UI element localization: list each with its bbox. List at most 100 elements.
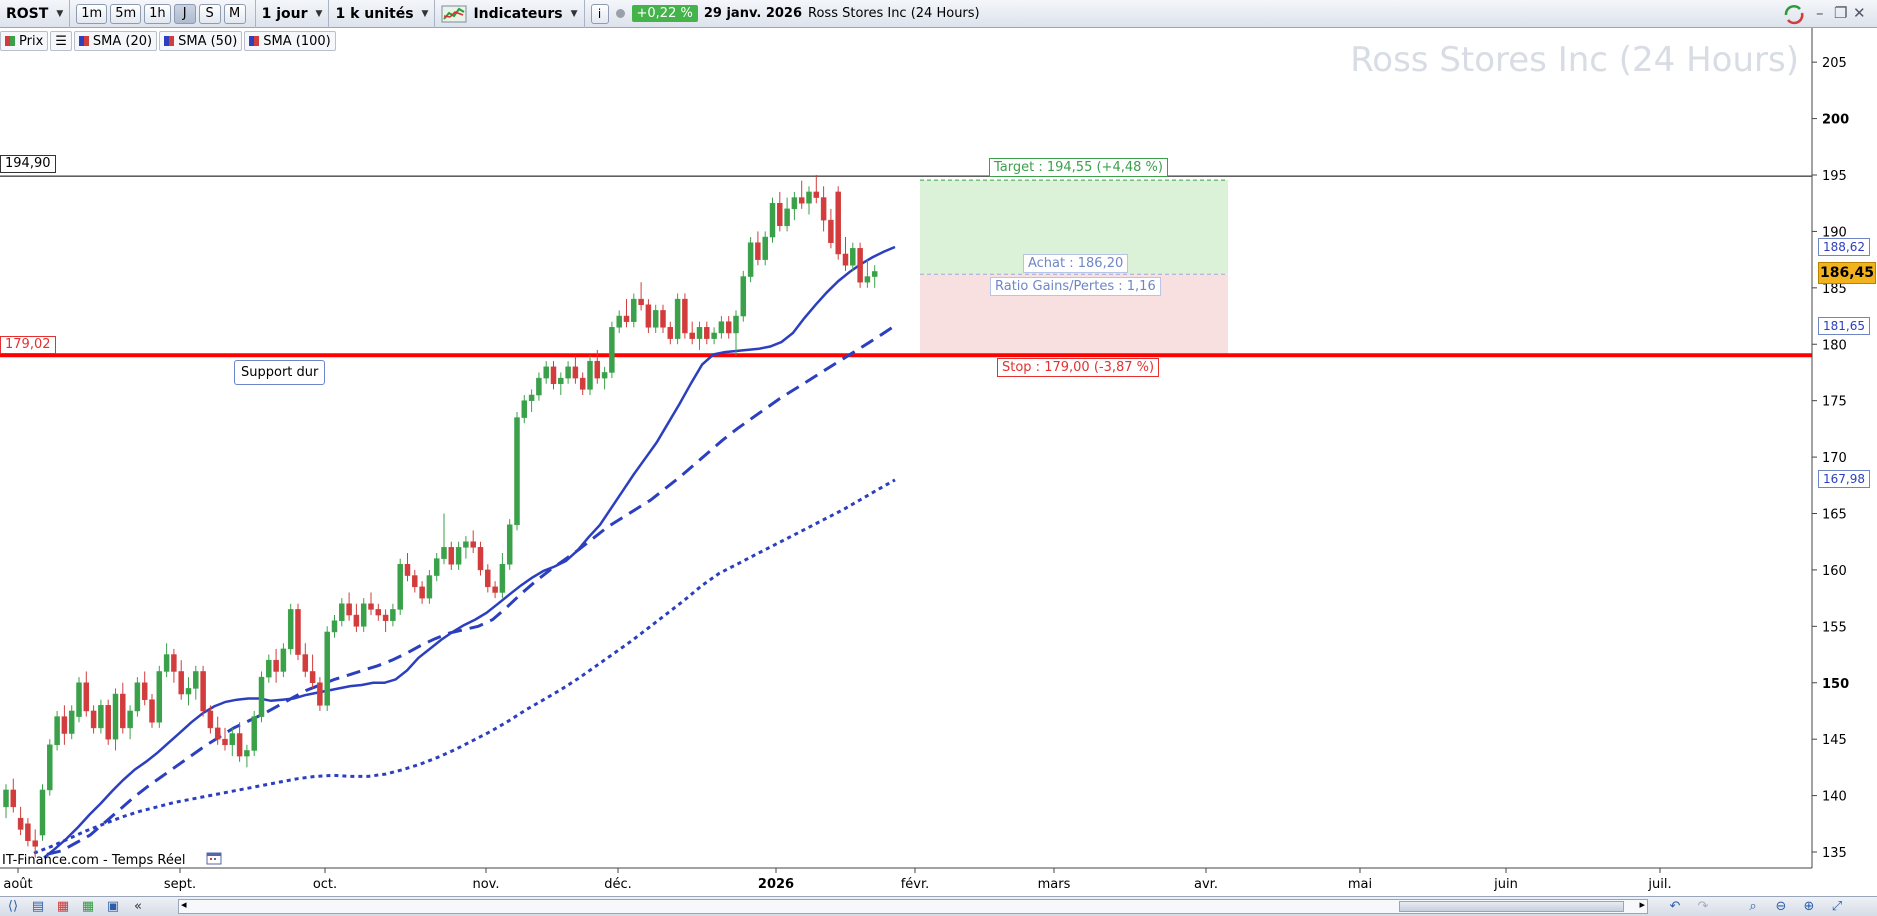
candle[interactable] — [324, 626, 330, 711]
candle[interactable] — [762, 231, 768, 266]
candle[interactable] — [755, 231, 761, 266]
candle[interactable] — [674, 293, 681, 345]
info-icon[interactable]: i — [590, 3, 609, 24]
candle[interactable] — [346, 592, 352, 621]
time-scrollbar[interactable]: ◂ ▸ — [178, 898, 1648, 914]
candle[interactable] — [689, 321, 695, 345]
candle[interactable] — [244, 744, 250, 768]
candle[interactable] — [171, 648, 177, 683]
candle[interactable] — [134, 677, 141, 717]
candle[interactable] — [258, 671, 265, 723]
candle[interactable] — [638, 282, 644, 311]
candle[interactable] — [835, 186, 841, 260]
candle[interactable] — [725, 316, 732, 339]
candle[interactable] — [871, 265, 878, 288]
candle[interactable] — [295, 603, 301, 661]
units-selector[interactable]: 1 k unités — [335, 6, 413, 22]
candle[interactable] — [572, 355, 579, 384]
candle[interactable] — [587, 355, 593, 396]
candle[interactable] — [514, 411, 520, 531]
period-selector[interactable]: 1 jour — [262, 6, 308, 22]
candle[interactable] — [83, 671, 90, 717]
candle[interactable] — [360, 598, 367, 632]
zoom-in-icon[interactable]: ⊕ — [1800, 899, 1818, 915]
candle[interactable] — [280, 643, 287, 678]
candle[interactable] — [682, 293, 688, 339]
candle[interactable] — [777, 191, 783, 232]
indicators-icon[interactable] — [441, 4, 467, 24]
candle[interactable] — [149, 694, 155, 728]
close-icon[interactable]: ✕ — [1853, 4, 1866, 22]
timeframe-1h-button[interactable]: 1h — [144, 3, 171, 24]
candle[interactable] — [601, 366, 608, 390]
candle[interactable] — [455, 541, 462, 570]
candle[interactable] — [528, 389, 535, 412]
candle[interactable] — [382, 609, 389, 632]
support-text-label[interactable]: Support dur — [234, 360, 326, 385]
candle[interactable] — [331, 615, 338, 638]
entry-label[interactable]: Achat : 186,20 — [1023, 254, 1129, 273]
rewind-icon[interactable]: « — [129, 899, 147, 915]
candle[interactable] — [463, 536, 469, 559]
candle[interactable] — [660, 304, 666, 333]
candle[interactable] — [368, 592, 374, 616]
table-icon[interactable]: ▦ — [79, 899, 97, 915]
candle[interactable] — [733, 310, 739, 356]
document-icon[interactable]: ▤ — [29, 899, 47, 915]
candle[interactable] — [90, 705, 97, 734]
candle[interactable] — [433, 552, 440, 582]
candle[interactable] — [3, 784, 9, 819]
candle[interactable] — [850, 242, 856, 271]
candle[interactable] — [813, 175, 820, 204]
candle[interactable] — [127, 705, 133, 740]
candle[interactable] — [426, 569, 433, 604]
candle[interactable] — [404, 552, 411, 582]
redo-icon[interactable]: ↷ — [1694, 899, 1712, 915]
candle[interactable] — [163, 643, 170, 678]
restore-icon[interactable]: ❐ — [1834, 4, 1847, 22]
chevron-down-icon[interactable]: ▼ — [56, 9, 63, 19]
candle[interactable] — [10, 778, 17, 813]
candle[interactable] — [718, 316, 725, 339]
candle[interactable] — [390, 603, 396, 627]
price-chart[interactable]: 2052001951901851801751701651601551501451… — [0, 28, 1877, 896]
candle[interactable] — [623, 299, 630, 328]
candle[interactable] — [273, 648, 279, 683]
zoom-fit-icon[interactable]: ⌕ — [1744, 899, 1762, 915]
candle[interactable] — [857, 242, 863, 288]
candle[interactable] — [842, 237, 849, 271]
indicators-button[interactable]: Indicateurs — [473, 6, 562, 22]
chevron-down-icon[interactable]: ▼ — [422, 9, 429, 19]
candle[interactable] — [798, 180, 805, 209]
candle[interactable] — [141, 671, 148, 706]
candle[interactable] — [178, 660, 184, 700]
candle[interactable] — [120, 682, 126, 734]
candle[interactable] — [645, 299, 652, 333]
scroll-right-icon[interactable]: ▸ — [1639, 898, 1645, 911]
candle[interactable] — [375, 603, 382, 621]
candle[interactable] — [287, 603, 294, 655]
candle[interactable] — [448, 541, 455, 570]
timeframe-week-button[interactable]: S — [198, 3, 221, 24]
candle[interactable] — [317, 677, 323, 711]
candle[interactable] — [521, 395, 528, 424]
candle[interactable] — [631, 293, 637, 328]
fullscreen-icon[interactable]: ⤢ — [1828, 899, 1846, 915]
candle[interactable] — [412, 569, 418, 593]
candle[interactable] — [652, 304, 659, 333]
candle[interactable] — [61, 705, 68, 745]
undo-icon[interactable]: ↶ — [1666, 899, 1684, 915]
candle[interactable] — [616, 310, 622, 333]
candle[interactable] — [506, 519, 513, 570]
timeframe-1m-button[interactable]: 1m — [76, 3, 108, 24]
candle[interactable] — [76, 677, 82, 723]
candle[interactable] — [747, 237, 754, 283]
target-label[interactable]: Target : 194,55 (+4,48 %) — [989, 158, 1168, 177]
candle[interactable] — [704, 321, 710, 345]
candle[interactable] — [112, 688, 119, 751]
candle[interactable] — [536, 372, 542, 401]
candle[interactable] — [791, 191, 798, 221]
candle[interactable] — [864, 259, 871, 288]
candle[interactable] — [441, 513, 447, 565]
candle[interactable] — [302, 643, 309, 678]
